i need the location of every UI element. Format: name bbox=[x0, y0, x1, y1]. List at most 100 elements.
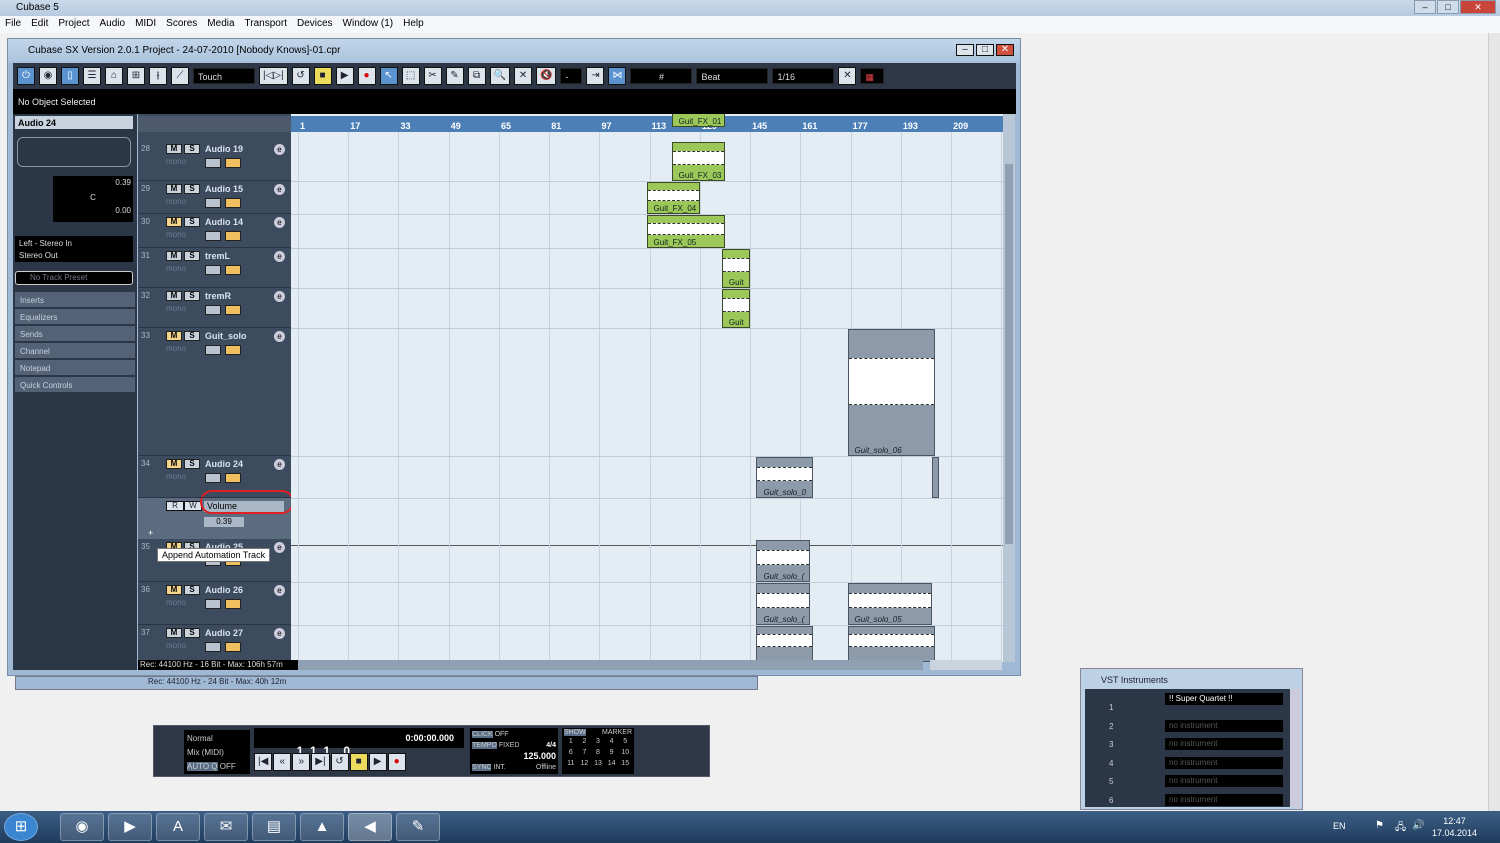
mute-button[interactable]: M bbox=[166, 331, 182, 341]
mute-button[interactable]: M bbox=[166, 144, 182, 154]
range-tool[interactable]: ⬚ bbox=[401, 67, 420, 85]
track-row[interactable]: 36 M S Audio 26 mono e bbox=[138, 582, 291, 625]
vst-slot-instrument[interactable]: !! Super Quartet !! bbox=[1165, 693, 1283, 705]
snap-zero-button[interactable]: ✕ bbox=[838, 67, 857, 85]
play-button[interactable]: ▶ bbox=[368, 753, 387, 771]
stop-button[interactable]: ■ bbox=[313, 67, 332, 85]
track-row[interactable]: 29 M S Audio 15 mono e bbox=[138, 181, 291, 214]
record-button[interactable]: ● bbox=[357, 67, 376, 85]
clock-date[interactable]: 17.04.2014 bbox=[1432, 827, 1477, 839]
lock-icon[interactable] bbox=[205, 599, 221, 609]
track-name[interactable]: Audio 19 bbox=[205, 144, 243, 154]
draw-tool[interactable]: ✎ bbox=[445, 67, 464, 85]
mute-button[interactable]: M bbox=[166, 184, 182, 194]
inspector-section-sends[interactable]: Sends bbox=[15, 326, 135, 342]
edit-channel-icon[interactable]: e bbox=[274, 459, 285, 470]
menu-midi[interactable]: MIDI bbox=[135, 18, 156, 31]
lock-icon[interactable] bbox=[205, 198, 221, 208]
menu-media[interactable]: Media bbox=[207, 18, 234, 31]
inspector-track-name[interactable]: Audio 24 bbox=[15, 116, 133, 129]
language-indicator[interactable]: EN bbox=[1333, 821, 1346, 831]
show-info-button[interactable]: ☰ bbox=[83, 67, 101, 85]
inspector-section-equalizers[interactable]: Equalizers bbox=[15, 309, 135, 325]
track-row[interactable]: 34 M S Audio 24 mono e bbox=[138, 456, 291, 498]
audio-event[interactable] bbox=[932, 457, 939, 498]
desktop-scrollbar[interactable] bbox=[1488, 33, 1500, 811]
color-palette-icon[interactable]: ▦ bbox=[860, 68, 885, 84]
edit-channel-icon[interactable]: e bbox=[274, 628, 285, 639]
marker-button-1[interactable]: 1 bbox=[564, 736, 578, 747]
marker-button-12[interactable]: 12 bbox=[578, 758, 592, 769]
cubase-taskbar-icon[interactable]: ◀ bbox=[348, 813, 392, 841]
quantize-select[interactable]: 1/16 bbox=[772, 68, 835, 84]
volume-value[interactable]: 0.39 bbox=[55, 178, 131, 187]
cycle-record-mode[interactable]: Mix (MIDI) bbox=[187, 746, 247, 760]
goto-start-button[interactable]: |◁▷| bbox=[259, 67, 288, 85]
edit-channel-icon[interactable]: e bbox=[274, 251, 285, 262]
marker-button-5[interactable]: 5 bbox=[618, 736, 632, 747]
click-label[interactable]: CLICK bbox=[472, 731, 493, 738]
edit-channel-icon[interactable]: e bbox=[274, 291, 285, 302]
edit-channel-icon[interactable]: e bbox=[274, 184, 285, 195]
inspector-section-channel[interactable]: Channel bbox=[15, 343, 135, 359]
timebase-icon[interactable] bbox=[225, 642, 241, 652]
mute-button[interactable]: M bbox=[166, 251, 182, 261]
clock-time[interactable]: 12:47 bbox=[1432, 815, 1477, 827]
solo-button[interactable]: S bbox=[184, 251, 200, 261]
mute-button[interactable]: M bbox=[166, 291, 182, 301]
grid-type-select[interactable]: Beat bbox=[696, 68, 769, 84]
append-automation-icon[interactable]: + bbox=[148, 528, 153, 538]
mute-button[interactable]: M bbox=[166, 585, 182, 595]
audio-event[interactable]: Guit_FX_05 bbox=[646, 215, 726, 248]
nudge-select[interactable]: - bbox=[560, 68, 583, 84]
marker-button-8[interactable]: 8 bbox=[591, 747, 605, 758]
tempo-label[interactable]: TEMPO bbox=[472, 742, 497, 749]
audio-event[interactable]: Guit_FX_01 bbox=[671, 114, 726, 127]
media-player-taskbar-icon[interactable]: ▶ bbox=[108, 813, 152, 841]
cycle-button[interactable]: ↺ bbox=[330, 753, 349, 771]
pan-value[interactable]: C bbox=[55, 193, 131, 202]
vst-scrollbar[interactable] bbox=[1290, 689, 1300, 807]
autoq-label[interactable]: AUTO Q bbox=[187, 762, 218, 771]
show-pool-button[interactable]: ⊞ bbox=[127, 67, 145, 85]
erase-tool[interactable]: ✕ bbox=[514, 67, 533, 85]
horizontal-scrollbar[interactable] bbox=[298, 660, 923, 670]
timebase-icon[interactable] bbox=[225, 599, 241, 609]
sync-label[interactable]: SYNC bbox=[472, 764, 492, 771]
mute-tool[interactable]: 🔇 bbox=[536, 67, 557, 85]
solo-button[interactable]: S bbox=[184, 628, 200, 638]
lock-icon[interactable] bbox=[205, 158, 221, 168]
event-display[interactable]: 117334965819711312914516117719320922 Gui… bbox=[291, 114, 1003, 662]
lock-icon[interactable] bbox=[205, 305, 221, 315]
audio-event[interactable]: Guit bbox=[721, 249, 751, 288]
tempo-mode[interactable]: FIXED bbox=[499, 742, 520, 749]
track-name[interactable]: Audio 27 bbox=[205, 628, 243, 638]
glue-tool[interactable]: ⧉ bbox=[467, 67, 486, 85]
time-signature[interactable]: 4/4 bbox=[546, 740, 556, 751]
click-value[interactable]: OFF bbox=[495, 731, 509, 738]
audio-event[interactable]: Guit_solo_( bbox=[756, 583, 810, 625]
mute-button[interactable]: M bbox=[166, 459, 182, 469]
constrain-delay-button[interactable]: ◉ bbox=[39, 67, 57, 85]
menu-transport[interactable]: Transport bbox=[245, 18, 287, 31]
marker-button-2[interactable]: 2 bbox=[578, 736, 592, 747]
menu-project[interactable]: Project bbox=[58, 18, 89, 31]
timebase-icon[interactable] bbox=[225, 473, 241, 483]
menu-edit[interactable]: Edit bbox=[31, 18, 48, 31]
flag-icon[interactable]: ⚑ bbox=[1375, 820, 1384, 831]
marker-button-15[interactable]: 15 bbox=[618, 758, 632, 769]
inspector-section-inserts[interactable]: Inserts bbox=[15, 292, 135, 308]
edit-channel-icon[interactable]: e bbox=[274, 144, 285, 155]
track-name[interactable]: Audio 14 bbox=[205, 217, 243, 227]
timebase-icon[interactable] bbox=[225, 265, 241, 275]
track-row[interactable]: 33 M S Guit_solo mono e bbox=[138, 328, 291, 456]
volume-icon[interactable]: 🔊 bbox=[1412, 820, 1424, 831]
lock-icon[interactable] bbox=[205, 231, 221, 241]
solo-button[interactable]: S bbox=[184, 331, 200, 341]
automation-icon[interactable]: ⟋ bbox=[171, 67, 189, 85]
track-name[interactable]: tremL bbox=[205, 251, 230, 261]
track-row[interactable]: 28 M S Audio 19 mono e bbox=[138, 141, 291, 181]
show-label[interactable]: SHOW bbox=[564, 729, 586, 736]
track-preset-field[interactable]: No Track Preset bbox=[15, 271, 133, 285]
automation-mode-select[interactable]: Touch bbox=[193, 68, 255, 84]
